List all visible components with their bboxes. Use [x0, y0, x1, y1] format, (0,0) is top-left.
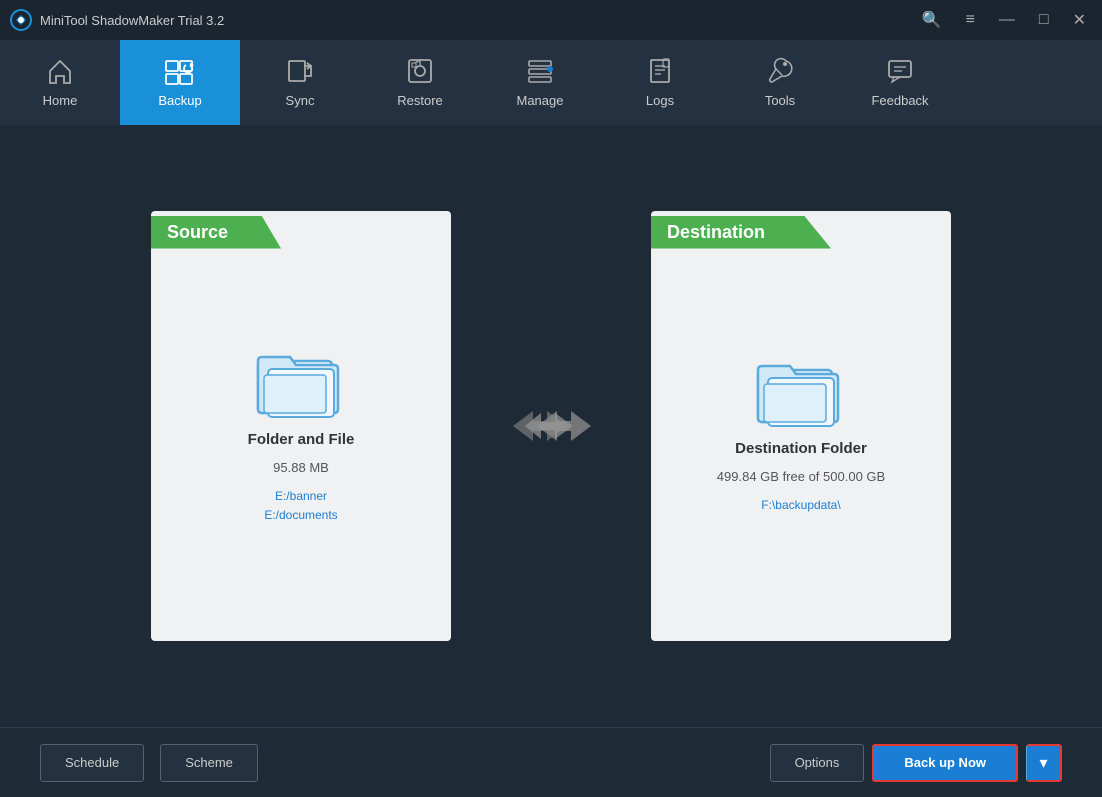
nav-item-tools[interactable]: Tools — [720, 40, 840, 125]
nav-item-sync[interactable]: Sync — [240, 40, 360, 125]
minimize-button[interactable]: — — [993, 8, 1021, 32]
destination-card-content: Destination Folder 499.84 GB free of 500… — [717, 356, 885, 515]
restore-icon — [406, 57, 434, 89]
backup-dropdown-button[interactable]: ▾ — [1026, 744, 1062, 782]
tools-icon — [766, 57, 794, 89]
titlebar-controls: 🔍 ≡ — □ ✕ — [916, 8, 1092, 32]
main-content: Source Folder and File 95.88 MB E:/banne… — [0, 125, 1102, 727]
nav-label-home: Home — [43, 93, 78, 108]
nav-item-feedback[interactable]: Feedback — [840, 40, 960, 125]
home-icon — [46, 57, 74, 89]
bottom-right-buttons: Options Back up Now ▾ — [770, 744, 1062, 782]
forward-arrows-icon — [511, 401, 591, 451]
source-paths: E:/banner E:/documents — [264, 487, 337, 525]
maximize-button[interactable]: □ — [1033, 8, 1055, 32]
nav-item-manage[interactable]: Manage — [480, 40, 600, 125]
source-card-header: Source — [151, 211, 281, 253]
nav-label-logs: Logs — [646, 93, 674, 108]
schedule-button[interactable]: Schedule — [40, 744, 144, 782]
source-card[interactable]: Source Folder and File 95.88 MB E:/banne… — [151, 211, 451, 641]
nav-label-restore: Restore — [397, 93, 443, 108]
feedback-icon — [886, 57, 914, 89]
nav-item-backup[interactable]: Backup — [120, 40, 240, 125]
nav-item-restore[interactable]: Restore — [360, 40, 480, 125]
source-card-content: Folder and File 95.88 MB E:/banner E:/do… — [248, 347, 355, 525]
close-button[interactable]: ✕ — [1067, 8, 1092, 32]
source-size: 95.88 MB — [273, 460, 329, 475]
source-label: Source — [151, 216, 281, 249]
titlebar-left: MiniTool ShadowMaker Trial 3.2 — [10, 9, 224, 31]
destination-free-space: 499.84 GB free of 500.00 GB — [717, 469, 885, 484]
nav-item-logs[interactable]: Logs — [600, 40, 720, 125]
destination-card[interactable]: Destination Destination Folder 499.84 GB… — [651, 211, 951, 641]
navbar: Home Backup Sync — [0, 40, 1102, 125]
nav-label-backup: Backup — [158, 93, 201, 108]
bottom-left-buttons: Schedule Scheme — [40, 744, 258, 782]
destination-title: Destination Folder — [735, 440, 867, 457]
search-button[interactable]: 🔍 — [916, 8, 948, 32]
source-folder-icon — [256, 347, 346, 419]
app-title: MiniTool ShadowMaker Trial 3.2 — [40, 13, 224, 28]
scheme-button[interactable]: Scheme — [160, 744, 258, 782]
sync-icon — [286, 57, 314, 89]
app-logo-icon — [10, 9, 32, 31]
arrows-container — [511, 401, 591, 451]
nav-label-sync: Sync — [286, 93, 315, 108]
destination-path: F:\backupdata\ — [761, 496, 840, 515]
source-title: Folder and File — [248, 431, 355, 448]
destination-folder-icon — [756, 356, 846, 428]
nav-label-feedback: Feedback — [871, 93, 928, 108]
backup-now-button[interactable]: Back up Now — [872, 744, 1018, 782]
destination-label: Destination — [651, 216, 831, 249]
nav-item-home[interactable]: Home — [0, 40, 120, 125]
bottombar: Schedule Scheme Options Back up Now ▾ — [0, 727, 1102, 797]
logs-icon — [646, 57, 674, 89]
backup-icon — [164, 57, 196, 89]
manage-icon — [526, 57, 554, 89]
titlebar: MiniTool ShadowMaker Trial 3.2 🔍 ≡ — □ ✕ — [0, 0, 1102, 40]
menu-button[interactable]: ≡ — [960, 8, 981, 32]
destination-card-header: Destination — [651, 211, 831, 253]
nav-label-tools: Tools — [765, 93, 795, 108]
options-button[interactable]: Options — [770, 744, 865, 782]
nav-label-manage: Manage — [517, 93, 564, 108]
